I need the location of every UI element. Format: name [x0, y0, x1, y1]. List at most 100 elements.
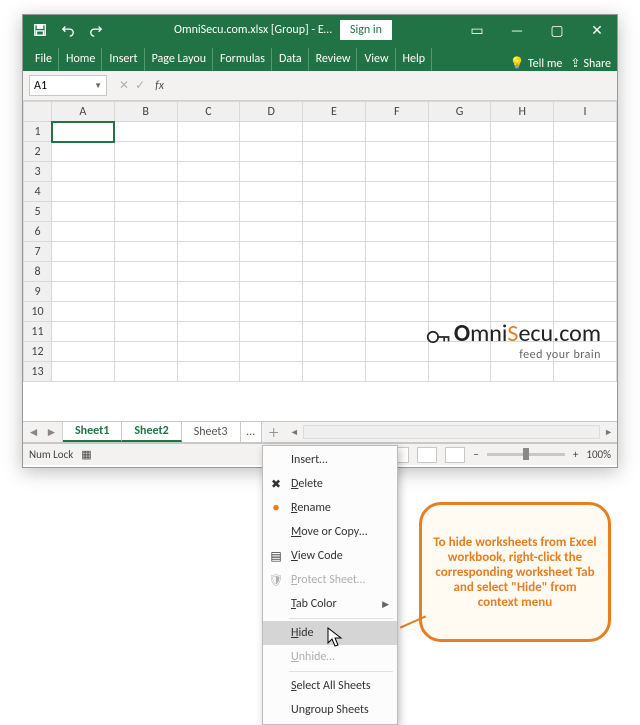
col-header[interactable]: G	[428, 102, 491, 122]
name-box[interactable]: A1 ▼	[29, 75, 107, 96]
cell[interactable]	[114, 142, 177, 162]
cell[interactable]	[365, 362, 428, 382]
ribbon-display-icon[interactable]: ▭	[457, 15, 497, 45]
ctx-ungroup-sheets[interactable]: Ungroup Sheets	[263, 698, 397, 722]
share-button[interactable]: ⇪ Share	[570, 56, 611, 71]
cell[interactable]	[491, 142, 554, 162]
ctx-delete[interactable]: ✖Delete	[263, 472, 397, 496]
cell[interactable]	[491, 342, 554, 362]
cell[interactable]	[114, 182, 177, 202]
cell[interactable]	[303, 122, 366, 142]
cell[interactable]	[554, 242, 617, 262]
cell[interactable]	[491, 122, 554, 142]
cell[interactable]	[240, 362, 303, 382]
col-header[interactable]: F	[365, 102, 428, 122]
close-icon[interactable]: ✕	[577, 15, 617, 45]
cell[interactable]	[365, 202, 428, 222]
cell[interactable]	[114, 262, 177, 282]
col-header[interactable]: I	[554, 102, 617, 122]
cell[interactable]	[240, 142, 303, 162]
cell[interactable]	[365, 222, 428, 242]
cell[interactable]	[240, 282, 303, 302]
tab-file[interactable]: File	[29, 48, 59, 71]
cell[interactable]	[177, 342, 240, 362]
cell[interactable]	[177, 362, 240, 382]
col-header[interactable]: D	[240, 102, 303, 122]
cell[interactable]	[303, 222, 366, 242]
cell[interactable]	[114, 322, 177, 342]
cell[interactable]	[52, 142, 115, 162]
cell[interactable]	[114, 302, 177, 322]
scroll-left-icon[interactable]: ◄	[290, 427, 299, 438]
cell[interactable]	[52, 202, 115, 222]
maximize-icon[interactable]: ▢	[537, 15, 577, 45]
scroll-track[interactable]	[303, 425, 600, 439]
cell[interactable]	[114, 122, 177, 142]
cell[interactable]	[177, 262, 240, 282]
cell[interactable]	[52, 282, 115, 302]
cell[interactable]	[177, 202, 240, 222]
redo-icon[interactable]	[83, 17, 109, 43]
cell[interactable]	[365, 142, 428, 162]
cell[interactable]	[428, 222, 491, 242]
cell[interactable]	[177, 142, 240, 162]
cell[interactable]	[177, 182, 240, 202]
cell[interactable]	[114, 162, 177, 182]
ctx-select-all-sheets[interactable]: Select All Sheets	[263, 674, 397, 698]
cell[interactable]	[114, 222, 177, 242]
cell[interactable]	[177, 322, 240, 342]
ctx-hide[interactable]: Hide	[263, 621, 397, 645]
row-header[interactable]: 1	[24, 122, 52, 142]
col-header[interactable]: A	[52, 102, 115, 122]
row-header[interactable]: 2	[24, 142, 52, 162]
view-pagelayout-icon[interactable]	[417, 447, 437, 463]
cell[interactable]	[240, 322, 303, 342]
row-header[interactable]: 7	[24, 242, 52, 262]
row-header[interactable]: 11	[24, 322, 52, 342]
cell[interactable]	[428, 282, 491, 302]
fx-icon[interactable]: fx	[155, 79, 164, 93]
cell[interactable]	[240, 242, 303, 262]
sheet-tab-sheet1[interactable]: Sheet1	[63, 422, 122, 442]
minimize-icon[interactable]: —	[497, 15, 537, 45]
tab-insert[interactable]: Insert	[103, 48, 144, 71]
cell[interactable]	[428, 342, 491, 362]
cell[interactable]	[428, 362, 491, 382]
cell[interactable]	[491, 282, 554, 302]
cell[interactable]	[303, 202, 366, 222]
cell[interactable]	[428, 182, 491, 202]
ctx-view-code[interactable]: ▤View Code	[263, 544, 397, 568]
horizontal-scrollbar[interactable]: ◄ ►	[286, 422, 617, 442]
cell[interactable]	[491, 182, 554, 202]
ctx-move-copy[interactable]: Move or Copy…	[263, 520, 397, 544]
cell[interactable]	[491, 222, 554, 242]
cell[interactable]	[240, 122, 303, 142]
row-header[interactable]: 5	[24, 202, 52, 222]
tab-home[interactable]: Home	[60, 48, 102, 71]
col-header[interactable]: B	[114, 102, 177, 122]
cell-a1[interactable]	[52, 122, 115, 142]
cell[interactable]	[554, 302, 617, 322]
cell[interactable]	[428, 322, 491, 342]
cell[interactable]	[52, 322, 115, 342]
save-icon[interactable]	[27, 17, 53, 43]
ctx-insert[interactable]: Insert…	[263, 448, 397, 472]
cell[interactable]	[303, 242, 366, 262]
cell[interactable]	[303, 322, 366, 342]
cell[interactable]	[428, 262, 491, 282]
tab-review[interactable]: Review	[310, 48, 358, 71]
cell[interactable]	[114, 242, 177, 262]
cell[interactable]	[177, 282, 240, 302]
cell[interactable]	[554, 262, 617, 282]
tab-view[interactable]: View	[358, 48, 395, 71]
cell[interactable]	[428, 202, 491, 222]
cell[interactable]	[177, 302, 240, 322]
zoom-level[interactable]: 100%	[586, 448, 611, 461]
cell[interactable]	[177, 222, 240, 242]
undo-icon[interactable]	[55, 17, 81, 43]
tab-page-layout[interactable]: Page Layou	[146, 48, 213, 71]
sheet-tab-sheet2[interactable]: Sheet2	[122, 422, 181, 442]
row-header[interactable]: 9	[24, 282, 52, 302]
cell[interactable]	[303, 362, 366, 382]
cell[interactable]	[491, 362, 554, 382]
